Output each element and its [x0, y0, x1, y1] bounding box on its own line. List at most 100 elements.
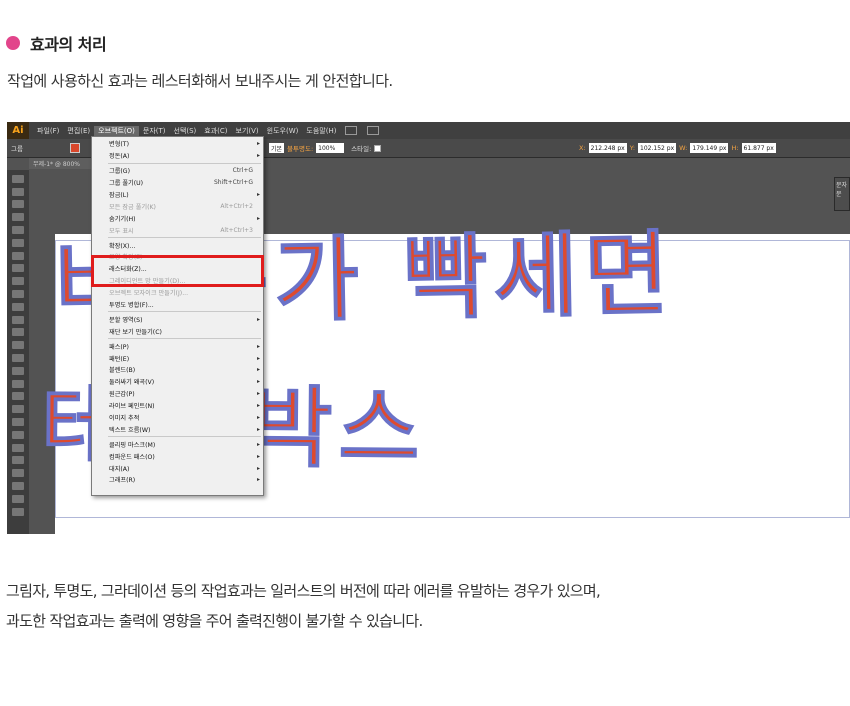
rectangle-tool-icon[interactable]: [12, 264, 24, 273]
menu-item-label: 이미지 추적: [109, 415, 140, 423]
menu-item[interactable]: 패턴(E): [92, 352, 263, 364]
menu-item[interactable]: 분할 영역(S): [92, 313, 263, 325]
menu-file[interactable]: 파일(F): [33, 126, 63, 136]
menu-item[interactable]: 라이브 페인트(N): [92, 400, 263, 412]
arrange-documents-icon[interactable]: [367, 126, 380, 135]
menu-item[interactable]: 재단 보기 만들기(C): [92, 325, 263, 337]
menu-item-shortcut: Alt+Ctrl+2: [220, 202, 253, 210]
menu-item[interactable]: 확장(X)...: [92, 239, 263, 251]
direct-selection-tool-icon[interactable]: [12, 187, 24, 196]
menu-item-shortcut: Shift+Ctrl+G: [213, 179, 253, 187]
hand-tool-icon[interactable]: [12, 507, 24, 516]
style-label: 스타일:: [351, 145, 372, 153]
menu-item[interactable]: 투명도 병합(F)...: [92, 299, 263, 311]
artboard-tool-icon[interactable]: [12, 481, 24, 490]
menu-item[interactable]: 원근감(P): [92, 388, 263, 400]
menu-item[interactable]: 그래프(R): [92, 474, 263, 486]
symbol-sprayer-tool-icon[interactable]: [12, 456, 24, 465]
menu-item-label: 그룹(G): [109, 168, 131, 176]
menu-item[interactable]: 대지(A): [92, 462, 263, 474]
menu-item-label: 패스(P): [109, 343, 129, 351]
stroke-profile-select[interactable]: 기본: [269, 143, 285, 153]
menu-item[interactable]: 텍스트 흐름(W): [92, 423, 263, 435]
menu-window[interactable]: 윈도우(W): [263, 126, 303, 136]
menu-item-label: 분할 영역(S): [109, 316, 143, 324]
magic-wand-tool-icon[interactable]: [12, 200, 24, 209]
menu-effect[interactable]: 효과(C): [200, 126, 231, 136]
menu-item[interactable]: 그룹 풀기(U) Shift+Ctrl+G: [92, 177, 263, 189]
pen-tool-icon[interactable]: [12, 225, 24, 234]
menu-item-label: 잠금(L): [109, 192, 129, 199]
selection-tool-icon[interactable]: [12, 174, 24, 183]
menu-view[interactable]: 보기(V): [232, 126, 263, 136]
blend-tool-icon[interactable]: [12, 443, 24, 452]
panel-tab-type[interactable]: 문자: [836, 180, 848, 189]
character-panel-collapsed[interactable]: 문자 문: [834, 177, 850, 211]
paintbrush-tool-icon[interactable]: [12, 277, 24, 286]
eraser-tool-icon[interactable]: [12, 315, 24, 324]
menu-item: 모든 잠금 풀기(K) Alt+Ctrl+2: [92, 200, 263, 212]
menu-item[interactable]: 둘러싸기 왜곡(V): [92, 376, 263, 388]
menu-item[interactable]: 컴파운드 패스(O): [92, 450, 263, 462]
y-label: Y:: [629, 144, 636, 152]
menu-item[interactable]: 클리핑 마스크(M): [92, 438, 263, 450]
type-tool-icon[interactable]: [12, 238, 24, 247]
menu-item[interactable]: 숨기기(H): [92, 212, 263, 224]
menu-item[interactable]: 잠금(L): [92, 189, 263, 201]
menu-item-label: 둘러싸기 왜곡(V): [109, 379, 155, 387]
w-field[interactable]: 179.149 px: [690, 143, 729, 153]
fill-swatch[interactable]: [69, 143, 80, 153]
style-swatch[interactable]: [374, 144, 382, 152]
perspective-grid-tool-icon[interactable]: [12, 392, 24, 401]
document-tab[interactable]: 무제-1* @ 800%: [29, 158, 99, 169]
width-tool-icon[interactable]: [12, 353, 24, 362]
rotate-tool-icon[interactable]: [12, 328, 24, 337]
menu-item[interactable]: 정돈(A): [92, 150, 263, 162]
eyedropper-tool-icon[interactable]: [12, 430, 24, 439]
section-subtitle: 작업에 사용하신 효과는 레스터화해서 보내주시는 게 안전합니다.: [7, 72, 393, 90]
menu-item-label: 블렌드(B): [109, 367, 136, 375]
free-transform-tool-icon[interactable]: [12, 366, 24, 375]
bridge-icon[interactable]: [345, 126, 358, 135]
menu-item-label: 클리핑 마스크(M): [109, 441, 156, 449]
line-tool-icon[interactable]: [12, 251, 24, 260]
rasterize-highlight-box: [91, 255, 264, 287]
menu-item-label: 모든 잠금 풀기(K): [109, 203, 156, 211]
menu-item-label: 재단 보기 만들기(C): [109, 328, 162, 336]
y-field[interactable]: 102.152 px: [638, 143, 677, 153]
menu-item-label: 컴파운드 패스(O): [109, 453, 155, 461]
menu-item[interactable]: 이미지 추적: [92, 412, 263, 424]
opacity-field[interactable]: 100%: [316, 143, 345, 153]
shape-builder-tool-icon[interactable]: [12, 379, 24, 388]
menu-type[interactable]: 문자(T): [139, 126, 170, 136]
panel-tab-type-2[interactable]: 문: [836, 189, 848, 198]
w-label: W:: [679, 144, 688, 152]
body-text-line2: 과도한 작업효과는 출력에 영향을 주어 출력진행이 불가할 수 있습니다.: [6, 612, 423, 630]
slice-tool-icon[interactable]: [12, 494, 24, 503]
menu-item[interactable]: 변형(T): [92, 138, 263, 150]
menu-item[interactable]: 그룹(G) Ctrl+G: [92, 165, 263, 177]
menu-item[interactable]: 블렌드(B): [92, 364, 263, 376]
menu-separator: [108, 338, 261, 340]
menu-item-label: 확장(X)...: [109, 242, 136, 250]
opacity-label[interactable]: 불투명도:: [287, 143, 313, 153]
x-label: X:: [579, 144, 586, 152]
menu-edit[interactable]: 편집(E): [63, 126, 94, 136]
h-field[interactable]: 61.877 px: [741, 143, 776, 153]
x-field[interactable]: 212.248 px: [588, 143, 627, 153]
menu-help[interactable]: 도움말(H): [302, 126, 340, 136]
menu-select[interactable]: 선택(S): [170, 126, 201, 136]
gradient-tool-icon[interactable]: [12, 417, 24, 426]
bullet-dot-icon: [6, 36, 20, 50]
menu-object[interactable]: 오브젝트(O): [94, 125, 139, 136]
menu-item-label: 변형(T): [109, 141, 129, 149]
blob-brush-tool-icon[interactable]: [12, 302, 24, 311]
mesh-tool-icon[interactable]: [12, 405, 24, 414]
lasso-tool-icon[interactable]: [12, 213, 24, 222]
app-logo: Ai: [7, 122, 29, 139]
pencil-tool-icon[interactable]: [12, 289, 24, 298]
scale-tool-icon[interactable]: [12, 341, 24, 350]
menu-item[interactable]: 패스(P): [92, 340, 263, 352]
menu-separator: [108, 162, 261, 164]
column-graph-tool-icon[interactable]: [12, 469, 24, 478]
